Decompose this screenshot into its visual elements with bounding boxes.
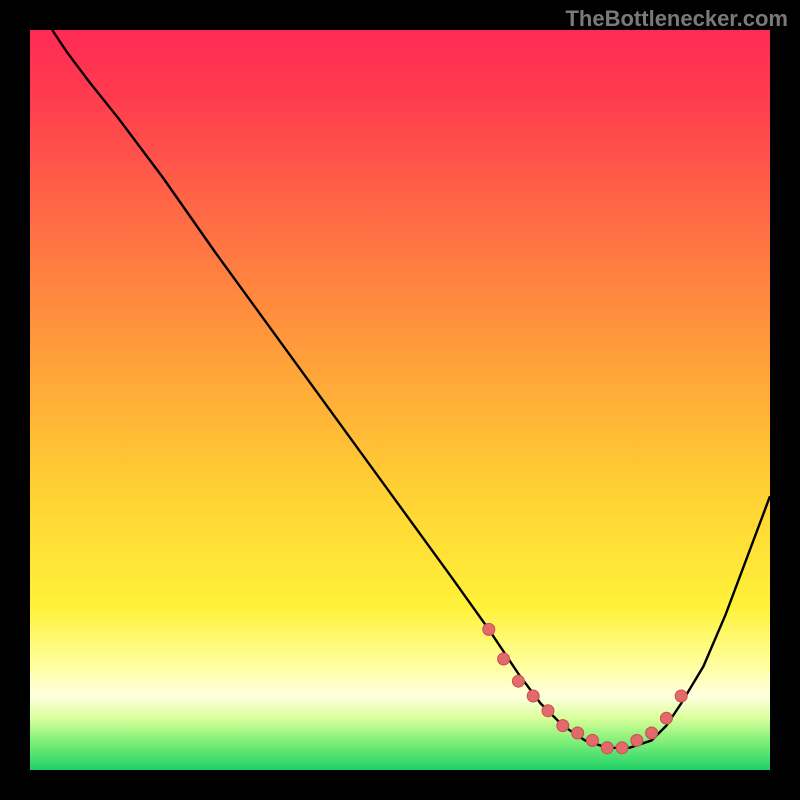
watermark-text: TheBottlenecker.com (565, 6, 788, 32)
valley-dot (557, 720, 569, 732)
valley-dot (512, 675, 524, 687)
valley-dot (631, 734, 643, 746)
valley-dot (601, 742, 613, 754)
valley-dot (616, 742, 628, 754)
valley-dot (527, 690, 539, 702)
valley-dot (646, 727, 658, 739)
valley-dot (483, 623, 495, 635)
valley-dot (675, 690, 687, 702)
valley-dot (586, 734, 598, 746)
gradient-background (30, 30, 770, 770)
valley-dot (572, 727, 584, 739)
bottleneck-chart (30, 30, 770, 770)
valley-dot (660, 712, 672, 724)
valley-dot (498, 653, 510, 665)
valley-dot (542, 705, 554, 717)
